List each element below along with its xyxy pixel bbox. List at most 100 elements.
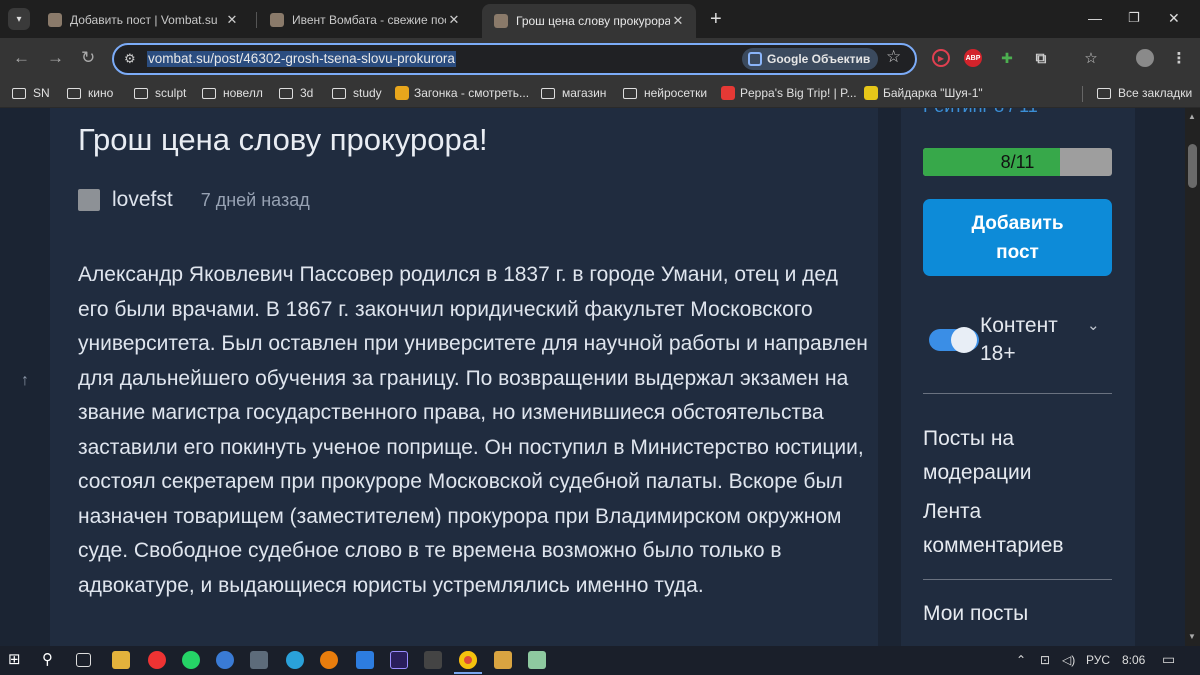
all-bookmarks-button[interactable]: Все закладки <box>1097 86 1192 100</box>
bookmark-folder[interactable]: новелл <box>202 86 263 100</box>
author-name[interactable]: lovefst <box>112 188 173 212</box>
bookmark-label: магазин <box>562 86 607 100</box>
tray-expand-icon[interactable]: ⌃ <box>1016 653 1026 667</box>
minimize-icon[interactable]: — <box>1088 10 1102 26</box>
yandex-browser-icon[interactable] <box>148 651 166 669</box>
figma-icon[interactable] <box>424 651 442 669</box>
search-icon[interactable]: ⚲ <box>42 651 60 669</box>
after-effects-icon[interactable] <box>390 651 408 669</box>
task-view-icon[interactable] <box>76 653 91 667</box>
language-indicator[interactable]: РУС <box>1086 653 1110 667</box>
bookmark-folder[interactable]: кино <box>67 86 113 100</box>
lens-label: Google Объектив <box>767 52 871 66</box>
bookmark-folder[interactable]: магазин <box>541 86 606 100</box>
windows-start-icon[interactable]: ⊞ <box>8 651 26 669</box>
bookmark-label: кино <box>88 86 114 100</box>
url-text[interactable]: vombat.su/post/46302-grosh-tsena-slovu-p… <box>147 51 456 67</box>
folder-icon <box>623 87 637 99</box>
sidebar-link-moderation[interactable]: Посты на модерации <box>923 422 1123 490</box>
close-icon[interactable]: ✕ <box>446 12 462 28</box>
close-icon[interactable]: ✕ <box>670 13 686 29</box>
folder-icon <box>541 87 555 99</box>
browser-app-icon[interactable] <box>216 651 234 669</box>
folder-icon <box>202 87 216 99</box>
toggle-knob <box>951 327 977 353</box>
tab-title: Ивент Вомбата - свежие посты <box>292 12 446 27</box>
chrome-icon[interactable] <box>459 651 477 669</box>
bookmark-link[interactable]: Байдарка "Шуя-1" <box>864 86 983 100</box>
notepad-icon[interactable] <box>528 651 546 669</box>
content-18-toggle[interactable] <box>929 327 979 353</box>
forward-icon[interactable]: → <box>47 49 64 67</box>
scroll-to-top-icon[interactable]: ↑ <box>21 372 29 390</box>
puzzle-icon[interactable]: ⧉ <box>1032 49 1050 67</box>
adblock-label: ABP <box>965 54 981 62</box>
author-avatar[interactable] <box>78 189 100 211</box>
bolt-app-icon[interactable] <box>494 651 512 669</box>
bookmark-link[interactable]: Загонка - смотреть... <box>395 86 529 100</box>
bookmark-label: SN <box>33 86 50 100</box>
menu-icon[interactable]: ⋮ <box>1170 49 1188 67</box>
tab-title: Грош цена слову прокурора! | <box>516 14 670 28</box>
add-post-button[interactable]: Добавить пост <box>923 199 1112 276</box>
browser-toolbar: ← → ↻ ⚙ vombat.su/post/46302-grosh-tsena… <box>0 38 1200 80</box>
app-icon[interactable] <box>356 651 374 669</box>
bookmark-folder[interactable]: study <box>332 86 382 100</box>
reload-icon[interactable]: ↻ <box>81 49 95 67</box>
bookmark-label: sculpt <box>155 86 187 100</box>
file-explorer-icon[interactable] <box>112 651 130 669</box>
reading-list-icon[interactable]: ☆ <box>1082 49 1100 67</box>
google-lens-button[interactable]: Google Объектив <box>742 48 879 70</box>
sidebar-link-comments-feed[interactable]: Лента комментариев <box>923 495 1123 563</box>
clock[interactable]: 8:06 <box>1122 653 1145 667</box>
whatsapp-icon[interactable] <box>182 651 200 669</box>
address-bar[interactable]: ⚙ vombat.su/post/46302-grosh-tsena-slovu… <box>112 43 917 75</box>
restore-icon[interactable]: ❐ <box>1128 10 1140 26</box>
telegram-icon[interactable] <box>286 651 304 669</box>
recorder-icon[interactable]: ▶ <box>932 49 950 67</box>
close-icon[interactable]: ✕ <box>224 12 240 28</box>
active-app-indicator <box>454 672 482 674</box>
windows-taskbar: ⊞ ⚲ ⌃ ⊡ ◁) РУС 8:06 ▭ <box>0 646 1200 675</box>
bookmark-label: study <box>353 86 382 100</box>
volume-icon[interactable]: ◁) <box>1062 653 1075 667</box>
post-title: Грош цена слову прокурора! <box>78 122 488 157</box>
bookmark-star-icon[interactable]: ☆ <box>886 47 901 67</box>
bookmark-folder[interactable]: нейросетки <box>623 86 707 100</box>
youtube-icon <box>721 86 735 100</box>
tab-search-button[interactable]: ▾ <box>8 8 30 30</box>
color-picker-icon[interactable]: ✚ <box>998 49 1016 67</box>
adblock-icon[interactable]: ABP <box>964 49 982 67</box>
scroll-up-icon[interactable]: ▲ <box>1188 112 1196 121</box>
profile-avatar[interactable] <box>1136 49 1154 67</box>
close-window-icon[interactable]: ✕ <box>1168 10 1180 27</box>
bookmark-folder[interactable]: 3d <box>279 86 313 100</box>
folder-icon <box>1097 87 1111 99</box>
blender-icon[interactable] <box>320 651 338 669</box>
tab-current-post[interactable]: Грош цена слову прокурора! | ✕ <box>482 4 696 38</box>
scroll-down-icon[interactable]: ▼ <box>1188 632 1196 641</box>
notifications-icon[interactable]: ▭ <box>1162 651 1175 668</box>
post-meta: lovefst 7 дней назад <box>78 188 310 212</box>
tab-bar: ▾ Добавить пост | Vombat.su ✕ Ивент Вомб… <box>0 0 1200 38</box>
bookmark-link[interactable]: Peppa's Big Trip! | P... <box>721 86 857 100</box>
sidebar-link-my-posts[interactable]: Мои посты <box>923 597 1123 631</box>
bookmark-folder[interactable]: SN <box>12 86 50 100</box>
bookmarks-bar: SN кино sculpt новелл 3d study Загонка -… <box>0 80 1200 108</box>
scrollbar-thumb[interactable] <box>1188 144 1197 188</box>
bookmark-folder[interactable]: sculpt <box>134 86 186 100</box>
bookmark-label: Peppa's Big Trip! | P... <box>740 86 857 100</box>
tab-event[interactable]: Ивент Вомбата - свежие посты ✕ <box>258 5 472 34</box>
network-icon[interactable]: ⊡ <box>1040 653 1050 667</box>
new-tab-button[interactable]: + <box>710 9 722 29</box>
sidebar: Рейтинг 8 / 11 8/11 Добавитьпост Контент… <box>901 108 1135 646</box>
page-scrollbar[interactable]: ▲ ▼ <box>1185 108 1200 646</box>
vombat-favicon-icon <box>48 12 62 27</box>
bookmark-label: Загонка - смотреть... <box>414 86 530 100</box>
tab-add-post[interactable]: Добавить пост | Vombat.su ✕ <box>36 5 250 34</box>
bookmark-label: новелл <box>223 86 263 100</box>
chevron-down-icon[interactable]: ⌄ <box>1087 316 1100 334</box>
back-icon[interactable]: ← <box>13 49 30 67</box>
site-settings-icon[interactable]: ⚙ <box>124 51 136 67</box>
calculator-icon[interactable] <box>250 651 268 669</box>
